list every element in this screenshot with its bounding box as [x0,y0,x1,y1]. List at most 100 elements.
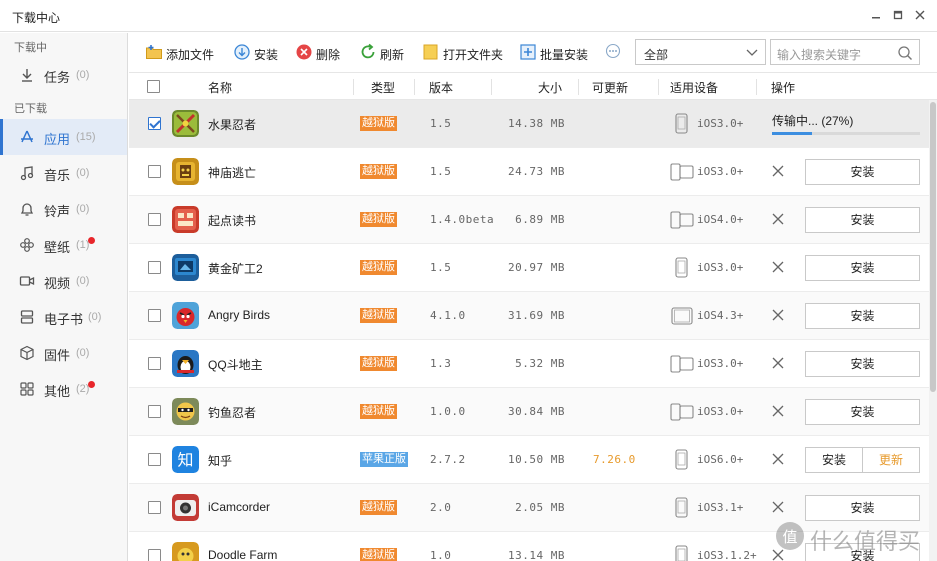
app-size: 13.14 MB [508,549,565,561]
column-divider[interactable] [756,79,757,95]
table-row[interactable]: QQ斗地主 越狱版 1.3 5.32 MB iOS3.0+ 安装 [129,340,937,388]
update-version: 7.26.0 [593,453,636,466]
remove-icon[interactable] [771,452,785,466]
table-row[interactable]: 黄金矿工2 越狱版 1.5 20.97 MB iOS3.0+ 安装 [129,244,937,292]
install-app-button[interactable]: 安装 [805,351,920,377]
more-button[interactable] [605,43,621,63]
type-badge: 越狱版 [360,260,397,275]
install-app-button[interactable]: 安装 [805,303,920,329]
sidebar-item-firmware[interactable]: 固件 (0) [0,335,127,371]
book-icon [20,310,34,324]
row-checkbox[interactable] [148,405,161,418]
sidebar-item-videos[interactable]: 视频 (0) [0,263,127,299]
angry-birds-app-icon [172,302,199,329]
device-requirement: iOS3.1+ [697,501,744,514]
search-input[interactable]: 输入搜索关键字 [770,39,920,65]
remove-icon[interactable] [771,164,785,178]
sidebar-item-music[interactable]: 音乐 (0) [0,155,127,191]
notification-dot [88,381,95,388]
sidebar-item-tasks[interactable]: 任务 (0) [0,57,127,93]
remove-icon[interactable] [771,260,785,274]
app-name: Doodle Farm [208,548,278,561]
install-app-button[interactable]: 安装 [805,399,920,425]
remove-icon[interactable] [771,404,785,418]
column-divider[interactable] [578,79,579,95]
column-header-updatable[interactable]: 可更新 [592,79,628,96]
install-app-button[interactable]: 安装 [805,159,920,185]
table-row[interactable]: 钓鱼忍者 越狱版 1.0.0 30.84 MB iOS3.0+ 安装 [129,388,937,436]
sidebar-item-others[interactable]: 其他 (2) [0,371,127,407]
app-size: 20.97 MB [508,261,565,274]
search-icon[interactable] [897,45,913,61]
update-app-button[interactable]: 更新 [862,447,920,473]
scrollbar-thumb[interactable] [930,102,936,392]
column-header-name[interactable]: 名称 [208,79,232,96]
device-requirement: iOS3.0+ [697,261,744,274]
install-app-button[interactable]: 安装 [805,255,920,281]
row-checkbox[interactable] [148,165,161,178]
type-badge: 越狱版 [360,404,397,419]
column-divider[interactable] [658,79,659,95]
row-checkbox[interactable] [148,117,161,130]
minimize-icon [872,17,880,19]
column-header-size[interactable]: 大小 [538,79,562,96]
app-list: 水果忍者 越狱版 1.5 14.38 MB iOS3.0+ 传输中... (27… [129,100,937,561]
device-requirement: iOS6.0+ [697,453,744,466]
column-header-device[interactable]: 适用设备 [670,79,718,96]
remove-icon[interactable] [771,308,785,322]
refresh-label: 刷新 [380,48,405,62]
transfer-progress-fill [772,132,812,135]
sidebar-item-label: 任务 [44,70,71,85]
iphone-ipad-icon [670,163,694,181]
row-checkbox[interactable] [148,261,161,274]
select-all-checkbox[interactable] [147,80,160,93]
minimize-button[interactable] [866,6,886,26]
type-badge: 越狱版 [360,212,397,227]
music-note-icon [20,166,34,181]
iphone-ipad-icon [670,211,694,229]
sidebar-item-apps[interactable]: 应用 (15) [0,119,127,155]
row-checkbox[interactable] [148,357,161,370]
column-header-version[interactable]: 版本 [429,79,453,96]
sidebar-item-ringtones[interactable]: 铃声 (0) [0,191,127,227]
filter-select[interactable]: 全部 [635,39,766,65]
sidebar-item-label: 音乐 [44,168,71,183]
delete-icon [296,44,312,60]
sidebar-item-ebooks[interactable]: 电子书 (0) [0,299,127,335]
fishing-ninja-app-icon [172,398,199,425]
iphone-icon [675,545,688,561]
toolbar: 添加文件 安装 删除 刷新 打开文件夹 批量安装 全部 输入搜索关键字 [129,33,937,71]
row-checkbox[interactable] [148,549,161,561]
remove-icon[interactable] [771,500,785,514]
sidebar-item-count: (0) [76,275,90,287]
icamcorder-app-icon [172,494,199,521]
table-row[interactable]: Angry Birds 越狱版 4.1.0 31.69 MB iOS4.3+ 安… [129,292,937,340]
remove-icon[interactable] [771,356,785,370]
table-row[interactable]: 起点读书 越狱版 1.4.0beta 6.89 MB iOS4.0+ 安装 [129,196,937,244]
column-header-type[interactable]: 类型 [371,79,395,96]
sidebar-item-label: 其他 [44,384,71,399]
close-window-button[interactable] [910,6,930,26]
app-version: 1.5 [430,165,452,178]
table-row[interactable]: 神庙逃亡 越狱版 1.5 24.73 MB iOS3.0+ 安装 [129,148,937,196]
column-divider[interactable] [414,79,415,95]
row-checkbox[interactable] [148,501,161,514]
column-divider[interactable] [491,79,492,95]
row-checkbox[interactable] [148,213,161,226]
vertical-scrollbar[interactable] [929,100,937,561]
maximize-button[interactable] [888,6,908,26]
app-name: 黄金矿工2 [208,262,263,276]
row-checkbox[interactable] [148,453,161,466]
remove-icon[interactable] [771,212,785,226]
table-row[interactable]: 知 知乎 苹果正版 2.7.2 10.50 MB 7.26.0 iOS6.0+ … [129,436,937,484]
row-checkbox[interactable] [148,309,161,322]
install-app-button[interactable]: 安装 [805,207,920,233]
column-header-action: 操作 [771,81,796,95]
install-app-button[interactable]: 安装 [805,447,863,473]
column-divider[interactable] [353,79,354,95]
app-size: 24.73 MB [508,165,565,178]
iphone-icon [675,449,688,470]
table-row[interactable]: 水果忍者 越狱版 1.5 14.38 MB iOS3.0+ 传输中... (27… [129,100,937,148]
svg-text:值: 值 [782,528,797,546]
sidebar-item-wallpapers[interactable]: 壁纸 (1) [0,227,127,263]
